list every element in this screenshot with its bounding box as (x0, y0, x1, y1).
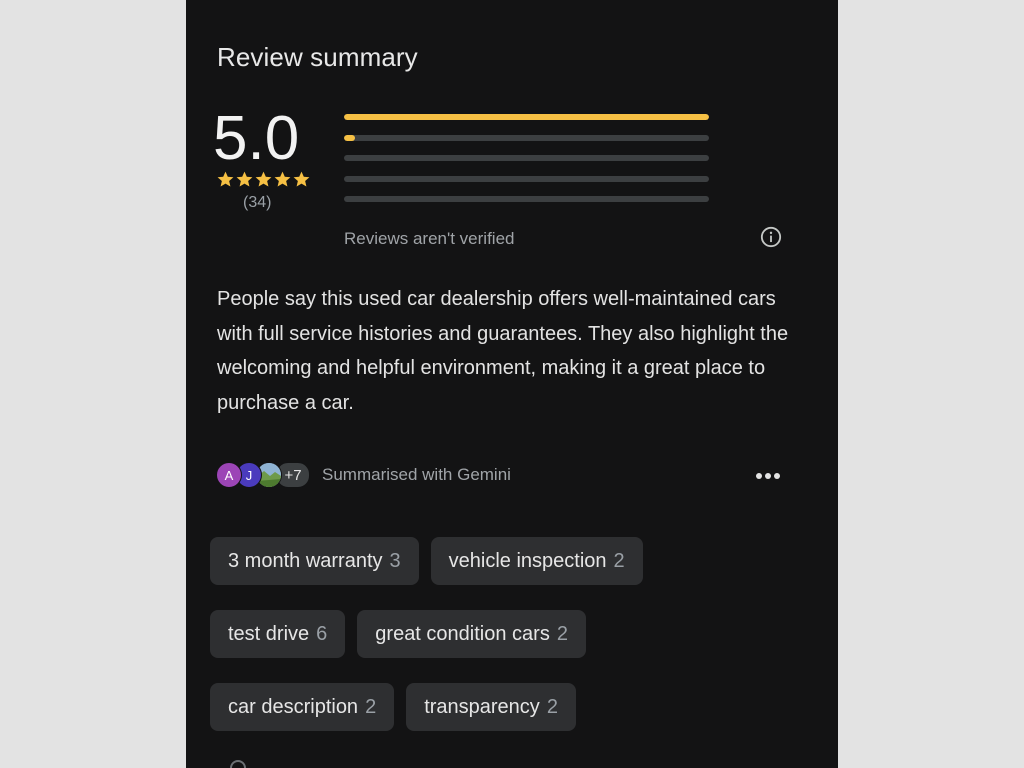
rating-bar-fill (344, 134, 355, 141)
chip-count: 6 (316, 622, 328, 645)
rating-bar-1[interactable] (344, 196, 709, 202)
chip-row: test drive 6 great condition cars 2 (210, 610, 630, 658)
star-icon (293, 171, 310, 187)
topic-chips: 3 month warranty 3 vehicle inspection 2 te… (210, 537, 643, 756)
partial-icon (230, 760, 246, 768)
info-icon[interactable] (760, 226, 782, 248)
rating-bar-2[interactable] (344, 175, 709, 182)
gemini-attribution: A J +7 Summarised with Gemini (216, 462, 511, 488)
rating-bar-3[interactable] (344, 155, 709, 161)
rating-bar-5[interactable] (344, 114, 709, 120)
chip-label: car description (228, 695, 359, 718)
more-horizontal-icon[interactable] (754, 468, 782, 484)
topic-chip[interactable]: great condition cars 2 (357, 610, 586, 658)
chip-row: car description 2 transparency 2 (210, 683, 630, 731)
section-title: Review summary (217, 42, 418, 72)
ai-summary-text: People say this used car dealership offe… (217, 288, 789, 414)
topic-chip[interactable]: 3 month warranty 3 (210, 537, 419, 585)
topic-chip[interactable]: test drive 6 (210, 610, 346, 658)
chip-label: great condition cars (375, 622, 550, 645)
chip-count: 2 (365, 695, 377, 718)
chip-row: 3 month warranty 3 vehicle inspection 2 (210, 537, 643, 585)
review-summary-panel: Review summary 5.0 (34) Reviews aren't v… (186, 0, 838, 768)
chip-count: 2 (613, 549, 625, 572)
chip-count: 2 (546, 695, 558, 718)
star-icon (236, 171, 253, 187)
review-count: (34) (243, 194, 272, 211)
overall-rating: 5.0 (213, 104, 300, 173)
chip-label: transparency (424, 695, 540, 718)
star-icon (217, 171, 234, 187)
rating-bar-fill (344, 114, 709, 120)
summarised-with-label: Summarised with Gemini (322, 465, 511, 484)
rating-bar-4[interactable] (344, 134, 709, 141)
star-icon (274, 171, 291, 187)
star-rating (216, 170, 311, 189)
chip-label: 3 month warranty (228, 549, 383, 572)
chip-count: 2 (556, 622, 568, 645)
topic-chip[interactable]: car description 2 (210, 683, 395, 731)
topic-chip[interactable]: vehicle inspection 2 (430, 537, 643, 585)
chip-count: 3 (389, 549, 401, 572)
chip-label: test drive (228, 622, 310, 645)
avatar[interactable]: A (216, 462, 242, 488)
star-icon (255, 171, 272, 187)
chip-label: vehicle inspection (448, 549, 607, 572)
topic-chip[interactable]: transparency 2 (406, 683, 576, 731)
rating-distribution[interactable] (344, 114, 709, 217)
unverified-note: Reviews aren't verified (344, 229, 515, 248)
